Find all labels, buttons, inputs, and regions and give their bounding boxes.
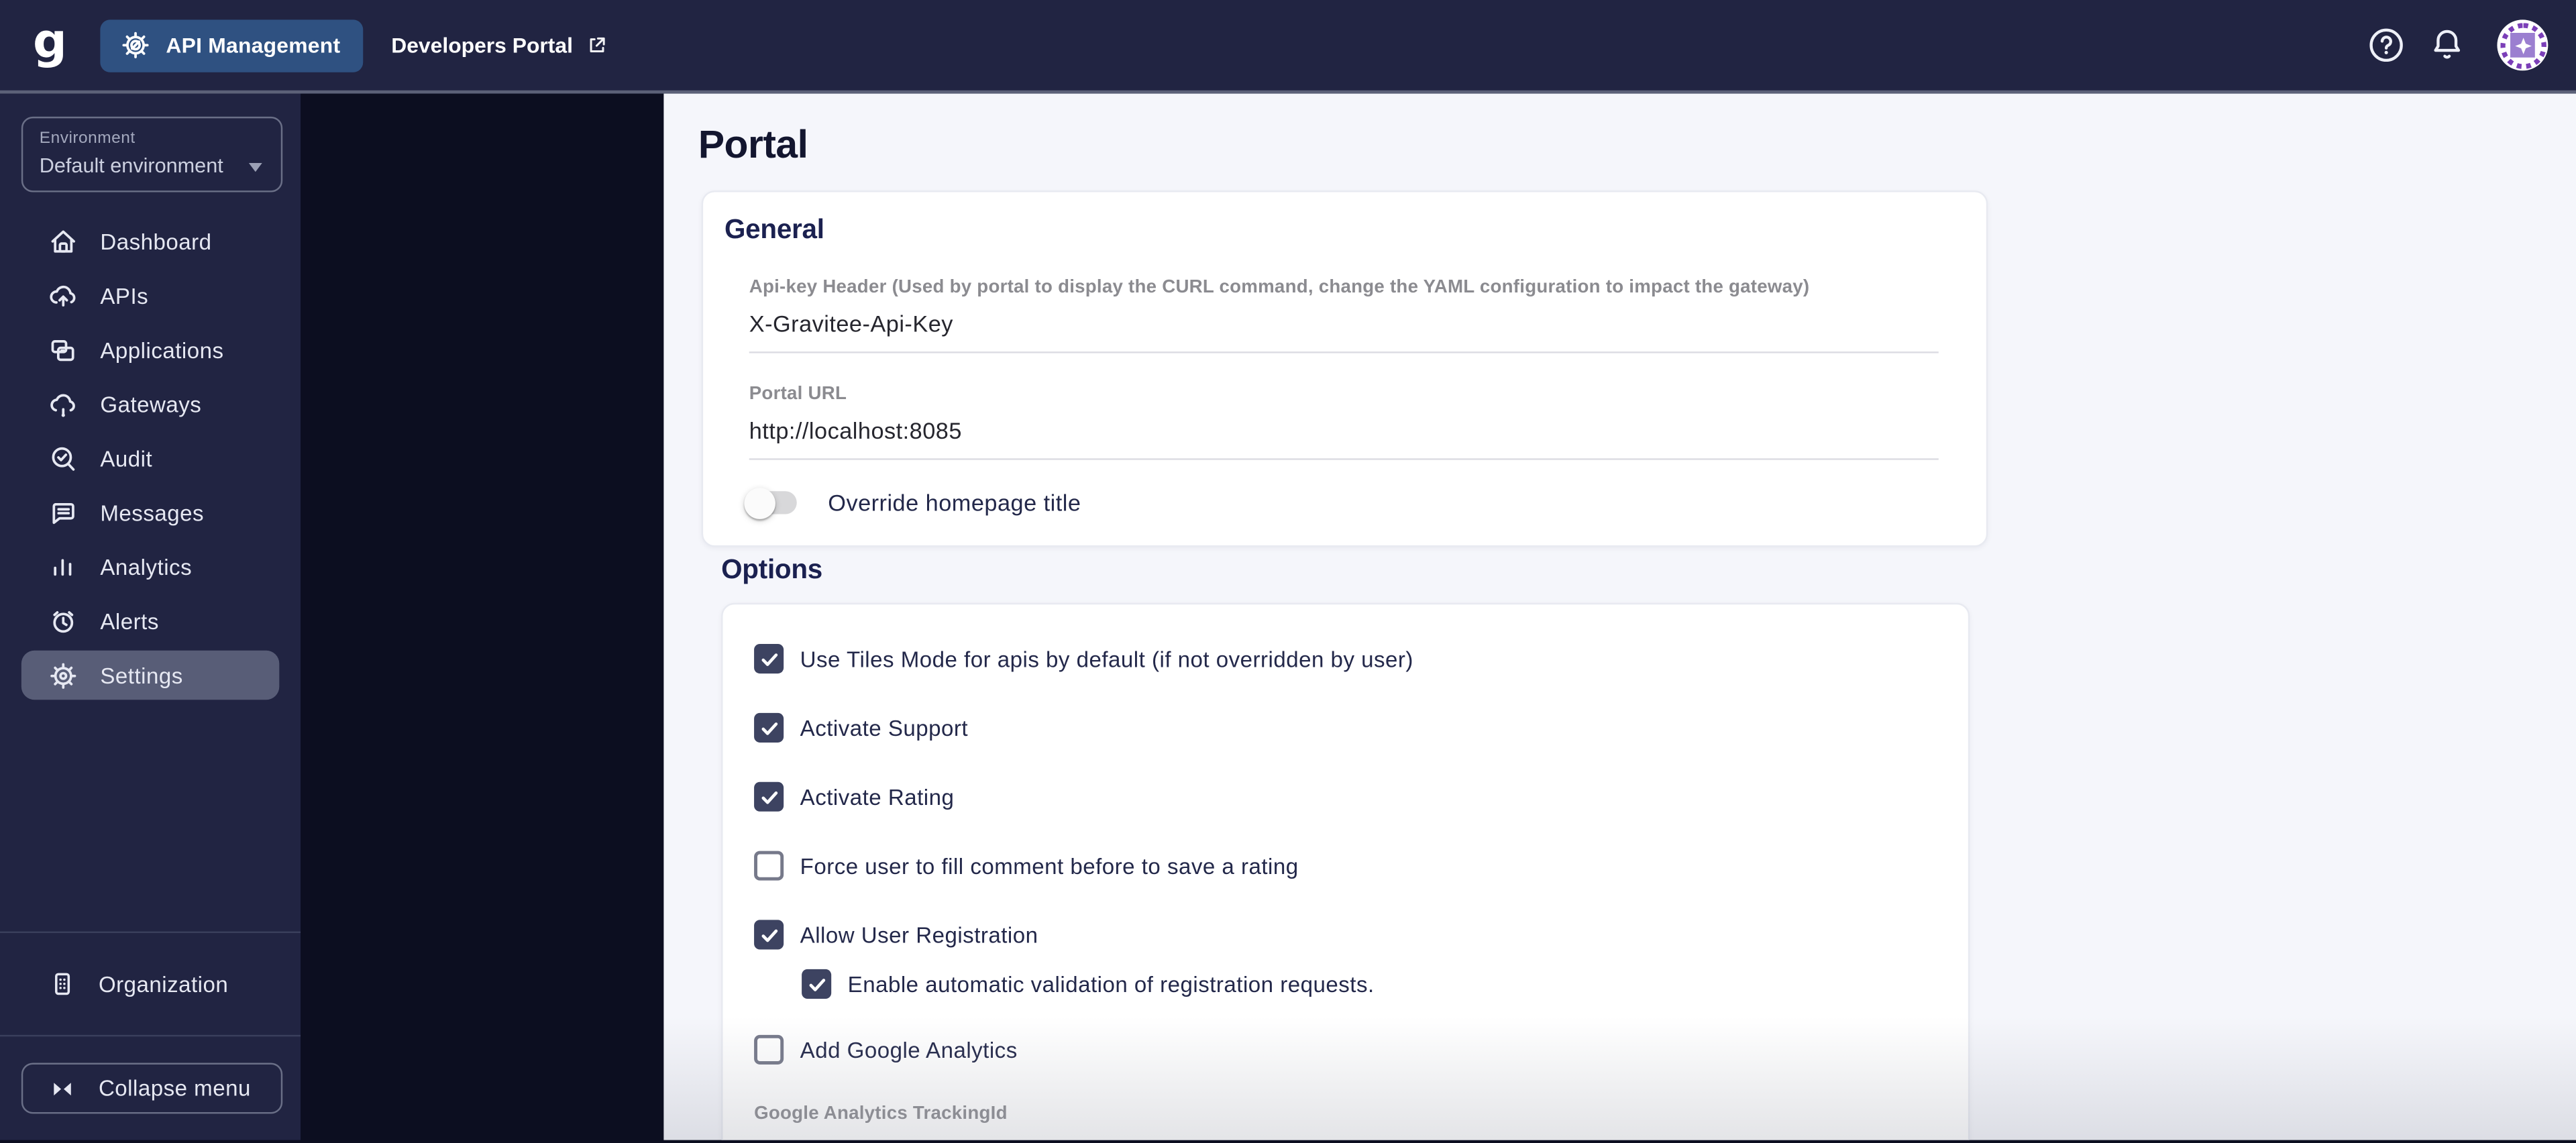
app-root: g API Management Developers Portal Envir… (0, 0, 2576, 1143)
options-card: Use Tiles Mode for apis by default (if n… (721, 602, 1970, 1140)
checkbox-add-google-analytics[interactable] (754, 1034, 784, 1065)
bar-chart-icon (48, 551, 79, 583)
option-row-add-google-analytics: Add Google Analytics (754, 1034, 1935, 1065)
override-homepage-title-label: Override homepage title (828, 489, 1081, 516)
avatar-ring (2500, 22, 2546, 68)
main-content: Portal General Api-key Header (Used by p… (663, 93, 2576, 1140)
sidebar-item-label: Settings (100, 663, 183, 688)
checkbox-label: Add Google Analytics (800, 1037, 1018, 1063)
checkbox-label: Allow User Registration (800, 922, 1038, 947)
general-card: General Api-key Header (Used by portal t… (701, 190, 1988, 547)
top-navigation-bar: g API Management Developers Portal (0, 0, 2576, 94)
option-row-use-tiles-mode-for-apis-by-default-if-not-overridden-by-user: Use Tiles Mode for apis by default (if n… (754, 644, 1935, 674)
sidebar-divider (0, 1034, 301, 1037)
toggle-thumb (744, 487, 775, 519)
google-analytics-tracking-label: Google Analytics TrackingId (754, 1103, 1008, 1124)
help-icon[interactable] (2367, 26, 2405, 64)
sidebar-item-messages[interactable]: Messages (21, 488, 279, 537)
sidebar-item-analytics[interactable]: Analytics (21, 542, 279, 591)
environment-value: Default environment (39, 154, 223, 178)
override-homepage-title-row: Override homepage title (744, 487, 1939, 519)
checkbox-enable-automatic-validation-of-registration-requests[interactable] (802, 969, 832, 999)
environment-selector[interactable]: Environment Default environment (21, 116, 283, 193)
general-heading: General (724, 215, 824, 245)
api-management-button[interactable]: API Management (100, 19, 364, 72)
option-row-activate-support: Activate Support (754, 712, 1935, 743)
checkbox-label: Enable automatic validation of registrat… (847, 971, 1375, 997)
page-title: Portal (698, 123, 808, 168)
sidebar-item-label: APIs (100, 283, 149, 309)
sidebar-item-label: Dashboard (100, 229, 212, 254)
option-row-force-user-to-fill-comment-before-to-save-a-rating: Force user to fill comment before to sav… (754, 851, 1935, 881)
sidebar-item-label: Messages (100, 500, 205, 525)
portal-url-label: Portal URL (749, 384, 847, 404)
sidebar-item-label: Alerts (100, 608, 159, 634)
options-heading: Options (721, 555, 823, 585)
gear-dial-icon (120, 30, 152, 61)
sidebar-item-organization[interactable]: Organization (0, 933, 301, 1035)
api-key-header-label: Api-key Header (Used by portal to displa… (749, 277, 1810, 298)
cloud-gateway-icon (48, 388, 79, 420)
collapse-menu-label: Collapse menu (98, 1076, 251, 1101)
options-checkbox-list: Use Tiles Mode for apis by default (if n… (754, 644, 1935, 1065)
message-icon (48, 497, 79, 529)
gravitee-logo: g (32, 12, 67, 68)
sidebar-item-apis[interactable]: APIs (21, 271, 279, 320)
bell-icon[interactable] (2428, 26, 2466, 64)
home-icon (48, 226, 79, 258)
environment-label: Environment (39, 129, 136, 148)
sidebar-item-applications[interactable]: Applications (21, 325, 279, 374)
sidebar-menu: Dashboard APIs Applications Gateways Aud… (0, 217, 301, 700)
sidebar-item-label: Audit (100, 445, 153, 471)
avatar[interactable] (2497, 19, 2548, 71)
alarm-clock-icon (48, 605, 79, 637)
portal-url-field: Portal URL (749, 383, 1939, 460)
sidebar-item-label: Analytics (100, 554, 193, 580)
applications-icon (48, 334, 79, 366)
api-management-label: API Management (166, 32, 341, 58)
sidebar-item-dashboard[interactable]: Dashboard (21, 217, 279, 266)
collapse-menu-button[interactable]: Collapse menu (21, 1063, 283, 1114)
collapse-icon (49, 1077, 75, 1099)
developers-portal-label: Developers Portal (391, 32, 573, 58)
sidebar: Environment Default environment Dashboar… (0, 93, 301, 1140)
checkbox-label: Use Tiles Mode for apis by default (if n… (800, 646, 1413, 671)
chevron-down-icon (246, 158, 264, 173)
checkbox-label: Activate Rating (800, 784, 955, 810)
building-icon (48, 969, 77, 999)
checkbox-allow-user-registration[interactable] (754, 920, 784, 950)
sidebar-item-settings[interactable]: Settings (21, 650, 280, 700)
sidebar-item-label: Gateways (100, 392, 202, 417)
option-row-enable-automatic-validation-of-registration-requests: Enable automatic validation of registrat… (802, 969, 1935, 999)
sidebar-item-alerts[interactable]: Alerts (21, 596, 279, 645)
topbar-actions (2367, 19, 2548, 71)
developers-portal-link[interactable]: Developers Portal (391, 33, 607, 58)
sidebar-item-audit[interactable]: Audit (21, 434, 279, 483)
audit-search-icon (48, 443, 79, 474)
external-link-icon (586, 34, 608, 56)
checkbox-label: Force user to fill comment before to sav… (800, 853, 1299, 878)
checkbox-label: Activate Support (800, 715, 969, 741)
option-row-allow-user-registration: Allow User Registration (754, 920, 1935, 950)
option-row-activate-rating: Activate Rating (754, 781, 1935, 812)
organization-label: Organization (98, 971, 229, 997)
checkbox-activate-support[interactable] (754, 712, 784, 743)
portal-url-input[interactable] (749, 405, 1939, 460)
api-key-header-hint: (Used by portal to display the CURL comm… (892, 277, 1810, 298)
checkbox-activate-rating[interactable] (754, 781, 784, 812)
override-homepage-title-toggle[interactable] (744, 487, 797, 519)
sidebar-item-label: Applications (100, 337, 224, 363)
api-key-header-input[interactable] (749, 298, 1939, 353)
checkbox-use-tiles-mode-for-apis-by-default-if-not-overridden-by-user[interactable] (754, 644, 784, 674)
gear-icon (48, 659, 79, 691)
api-key-header-field: Api-key Header (Used by portal to displa… (749, 276, 1939, 353)
checkbox-force-user-to-fill-comment-before-to-save-a-rating[interactable] (754, 851, 784, 881)
cloud-upload-icon (48, 280, 79, 312)
settings-subnav-panel (301, 93, 664, 1140)
sidebar-item-gateways[interactable]: Gateways (21, 380, 279, 429)
